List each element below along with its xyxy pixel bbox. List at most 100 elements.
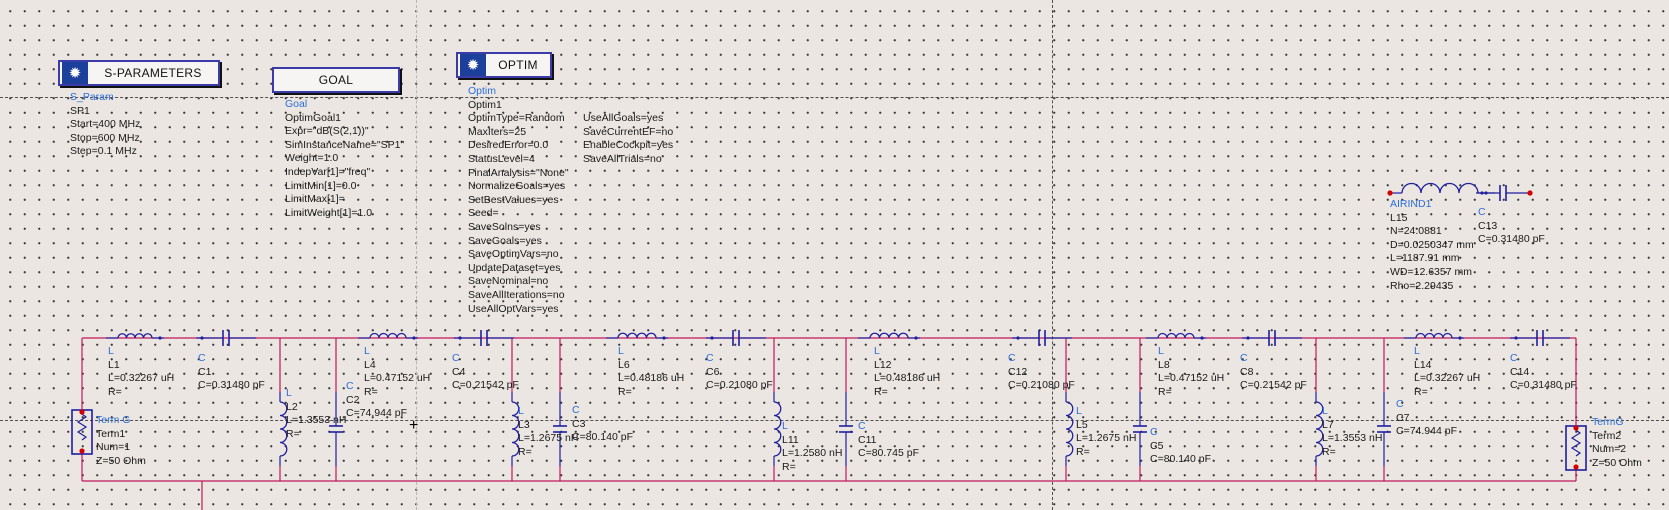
component-label-l3[interactable]: L L3 L=1.2675 nH R= (518, 405, 578, 459)
component-label-c7[interactable]: C C7 C=74.944 pF (1396, 398, 1457, 439)
component-label-c4[interactable]: C C4 C=0.21542 pF (452, 352, 519, 393)
component-type: L (364, 345, 370, 357)
series-inductor (106, 333, 164, 340)
component-label-c1[interactable]: C C1 C=0.31480 pF (198, 352, 265, 393)
component-type: C (346, 380, 354, 392)
port-box (1565, 425, 1587, 471)
component-label-term1[interactable]: Term G Term1 Num=1 Z=50 Ohm (96, 414, 146, 468)
component-type: L (108, 345, 114, 357)
component-param: L=1.2675 nH (518, 432, 579, 445)
port-box (71, 409, 93, 455)
series-inductor (606, 332, 668, 340)
component-label-l6[interactable]: L L6 L=0.48186 uH R= (618, 345, 684, 399)
component-type: C (1240, 352, 1248, 364)
pin-dot (458, 336, 462, 340)
component-type: L (1158, 345, 1164, 357)
coil (1415, 332, 1453, 339)
component-label-l2[interactable]: L L2 L=1.3553 nH R= (286, 387, 346, 441)
component-label-l11[interactable]: L L11 L=1.2580 nH R= (782, 420, 842, 474)
component-param: R= (874, 385, 888, 398)
port-pin (79, 448, 85, 454)
port-pin (1573, 425, 1579, 431)
component-param: L=1.2675 nH (1076, 432, 1137, 445)
component-label-c8[interactable]: C C8 C=0.21542 pF (1240, 352, 1307, 393)
pin-dot (1458, 336, 1462, 340)
component-param: L=0.32267 uH (108, 372, 175, 385)
component-type: C (858, 420, 866, 432)
component-type: L (874, 345, 880, 357)
component-type: L (1076, 405, 1082, 417)
component-param: L=1.3553 nH (286, 414, 347, 427)
component-param: C=0.31480 pF (1510, 379, 1577, 392)
component-param: C14 (1510, 365, 1530, 378)
component-label-c5[interactable]: C C5 C=80.140 pF (1150, 426, 1211, 467)
component-param: Term1 (96, 427, 126, 440)
component-label-l4[interactable]: L L4 L=0.47152 uH R= (364, 345, 430, 399)
pin (1527, 190, 1533, 196)
component-param: L1 (108, 358, 120, 371)
component-param: L6 (618, 358, 630, 371)
component-label-l5[interactable]: L L5 L=1.2675 nH R= (1076, 405, 1136, 459)
component-label-c12[interactable]: C C12 C=0.21080 pF (1008, 352, 1075, 393)
pin-dot (412, 336, 416, 340)
component-param: L14 (1414, 358, 1432, 371)
component-label-c14[interactable]: C C14 C=0.31480 pF (1510, 352, 1577, 393)
component-label-c11[interactable]: C C11 C=80.745 pF (858, 420, 919, 461)
component-label-l1[interactable]: L L1 L=0.32267 uH R= (108, 345, 174, 399)
port-terminal (1565, 425, 1587, 471)
component-label-l12[interactable]: L L12 L=0.48186 uH R= (874, 345, 940, 399)
component-param: R= (1414, 385, 1428, 398)
component-type: L (782, 420, 788, 432)
component-param: Term2 (1592, 429, 1622, 442)
component-param: C=0.31480 pF (198, 379, 265, 392)
component-label-c6[interactable]: C C6 C=0.21080 pF (706, 352, 773, 393)
component-param: R= (1322, 445, 1336, 458)
component-label-term2[interactable]: TermG Term2 Num=2 Z=50 Ohm (1592, 416, 1642, 470)
port-resistor (1570, 429, 1582, 457)
component-param: C=0.21542 pF (1240, 379, 1307, 392)
component-label-l8[interactable]: L L8 L=0.47152 uH R= (1158, 345, 1224, 399)
component-param: Num=2 (1592, 443, 1627, 456)
component-param: R= (618, 385, 632, 398)
pin-dot (1246, 336, 1250, 340)
component-param: C6 (706, 365, 720, 378)
component-label-l14[interactable]: L L14 L=0.32267 uH R= (1414, 345, 1480, 399)
component-type: C (1008, 352, 1016, 364)
component-param: R= (1076, 445, 1090, 458)
pin (1387, 190, 1393, 196)
pin-dot (662, 336, 666, 340)
coil (117, 333, 153, 339)
series-inductor (1146, 332, 1206, 340)
component-param: L=0.48186 uH (874, 372, 941, 385)
component-param: C1 (198, 365, 212, 378)
component-param: L11 (782, 433, 799, 446)
component-param: C=80.140 pF (1150, 453, 1212, 466)
coil (617, 332, 657, 339)
pin-dot (200, 336, 204, 340)
port-terminal (71, 409, 93, 455)
pin-dot (1514, 336, 1518, 340)
component-label-c3[interactable]: C C3 C=80.140 pF (572, 404, 633, 445)
component-type: L (1414, 345, 1420, 357)
component-param: L4 (364, 358, 376, 371)
component-type: C (706, 352, 714, 364)
shunt-inductor (1065, 392, 1074, 466)
component-type: C (452, 352, 460, 364)
component-param: L2 (286, 400, 298, 413)
component-label-l7[interactable]: L L7 L=1.3553 nH R= (1322, 405, 1382, 459)
component-type: C (198, 352, 206, 364)
port-pin (79, 409, 85, 415)
component-param: C=80.745 pF (858, 447, 920, 460)
coil (1065, 401, 1074, 457)
component-param: C3 (572, 417, 586, 430)
pin-dot (158, 336, 162, 340)
component-param: L8 (1158, 358, 1170, 371)
pin-dot (1480, 191, 1484, 195)
component-param: L7 (1322, 418, 1334, 431)
port-resistor (76, 413, 88, 441)
component-param: L5 (1076, 418, 1088, 431)
component-param: R= (286, 427, 300, 440)
series-inductor (858, 332, 920, 340)
component-type: C (1396, 398, 1404, 410)
series-inductor (1404, 332, 1464, 340)
